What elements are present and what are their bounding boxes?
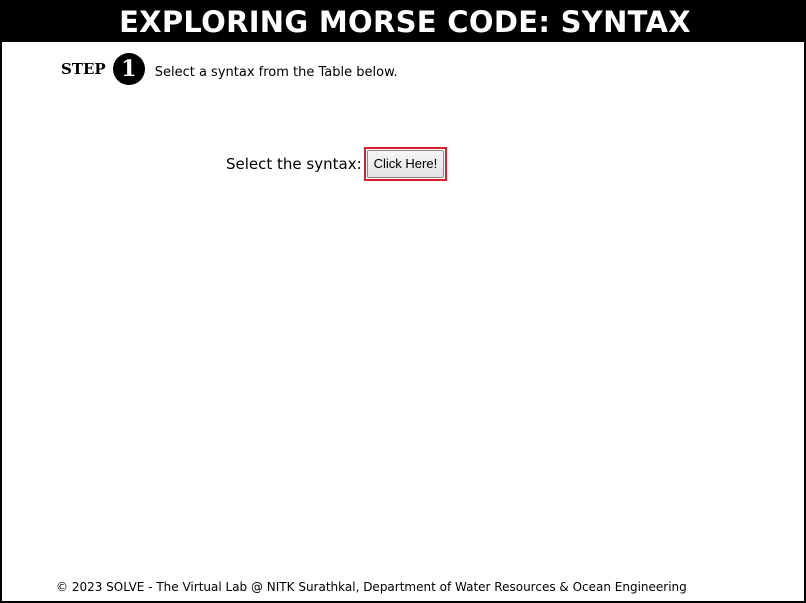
- step-row: STEP 1 Select a syntax from the Table be…: [61, 53, 398, 85]
- click-here-button[interactable]: Click Here!: [366, 150, 445, 178]
- button-highlight-outline: Click Here!: [363, 147, 448, 181]
- syntax-label: Select the syntax:: [226, 155, 362, 173]
- step-instruction: Select a syntax from the Table below.: [154, 64, 398, 80]
- step-number-badge: 1: [112, 53, 145, 85]
- footer-copyright: © 2023 SOLVE - The Virtual Lab @ NITK Su…: [56, 580, 687, 594]
- page-frame: EXPLORING MORSE CODE: SYNTAX STEP 1 Sele…: [0, 0, 806, 603]
- page-title: EXPLORING MORSE CODE: SYNTAX: [2, 0, 806, 42]
- step-label: STEP: [61, 60, 106, 78]
- syntax-selector-row: Select the syntax: Click Here!: [226, 145, 448, 183]
